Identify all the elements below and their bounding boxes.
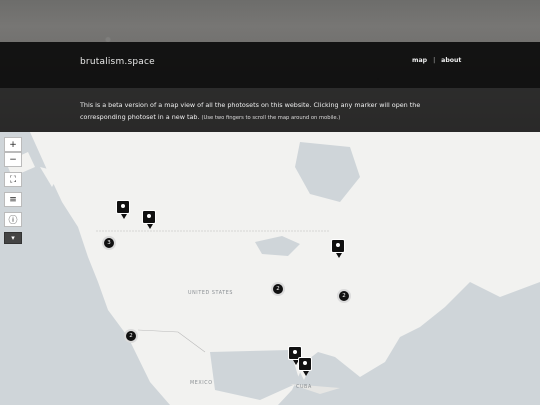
- zoom-out-button[interactable]: −: [4, 152, 22, 167]
- marker-cluster[interactable]: 2: [124, 329, 138, 343]
- label-cuba: CUBA: [296, 385, 312, 390]
- fullscreen-button[interactable]: ⛶: [4, 172, 22, 187]
- nav-separator: |: [433, 57, 436, 64]
- info-icon: ⓘ: [8, 216, 18, 226]
- marker-dot: [303, 361, 307, 365]
- layers-button[interactable]: ≡: [4, 192, 22, 207]
- marker-cluster[interactable]: 2: [337, 289, 351, 303]
- photoset-marker[interactable]: [298, 357, 312, 376]
- marker-dot: [293, 350, 297, 354]
- site-header: brutalism.space map | about: [0, 42, 540, 88]
- label-mexico: MEXICO: [190, 381, 213, 386]
- nav-about-link[interactable]: about: [441, 57, 461, 64]
- main-nav: map | about: [412, 57, 461, 64]
- photoset-marker[interactable]: [142, 210, 156, 229]
- nav-map-link[interactable]: map: [412, 57, 427, 64]
- photoset-marker[interactable]: [331, 239, 345, 258]
- marker-cluster[interactable]: 2: [271, 282, 285, 296]
- info-button[interactable]: ⓘ: [4, 212, 22, 227]
- zoom-in-button[interactable]: +: [4, 137, 22, 152]
- marker-cluster[interactable]: 3: [102, 236, 116, 250]
- intro-text: This is a beta version of a map view of …: [80, 100, 440, 124]
- layers-icon: ≡: [9, 194, 17, 205]
- marker-dot: [121, 204, 125, 208]
- dropdown-icon: ▾: [11, 234, 15, 242]
- dropdown-button[interactable]: ▾: [4, 232, 22, 244]
- marker-dot: [336, 243, 340, 247]
- map-view[interactable]: UNITED STATES MEXICO CUBA + − ⛶ ≡ ⓘ ▾ 3 …: [0, 132, 540, 405]
- site-brand[interactable]: brutalism.space: [80, 57, 155, 67]
- marker-dot: [147, 214, 151, 218]
- label-united-states: UNITED STATES: [188, 291, 234, 296]
- basemap: [0, 132, 540, 405]
- intro-note: (Use two fingers to scroll the map aroun…: [201, 114, 341, 121]
- photoset-marker[interactable]: [116, 200, 130, 219]
- fullscreen-icon: ⛶: [9, 174, 17, 185]
- intro-banner: This is a beta version of a map view of …: [0, 88, 540, 132]
